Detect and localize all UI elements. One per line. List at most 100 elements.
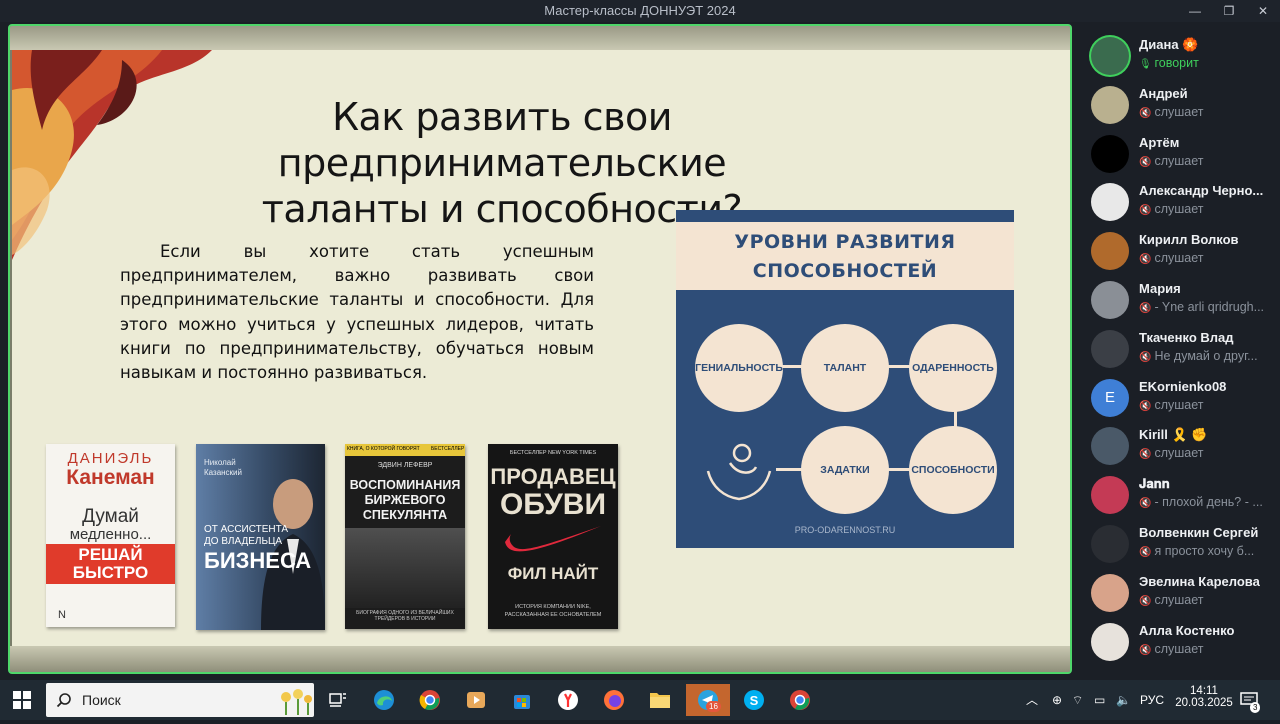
book1-title-1: Думай [82,506,139,527]
tray-wifi-icon[interactable]: ⌔ [1072,680,1083,720]
participant-avatar [1091,37,1129,75]
notifications-icon[interactable]: 3 [1240,680,1261,720]
tray-date: 20.03.2025 [1175,697,1233,709]
participant-status-line: 🔇 слушает [1139,251,1275,265]
participant-status: слушает [1154,104,1204,119]
minimize-button[interactable]: — [1178,0,1212,22]
participant-status: - плохой день? - ... [1154,495,1263,510]
windows-start-icon[interactable] [2,684,42,716]
tray-language[interactable]: РУС [1140,680,1164,720]
participant-item[interactable]: 𝐉𝐚𝐧𝐧 🔇 - плохой день? - ... [1088,471,1276,519]
taskbar-search-box[interactable]: Поиск [46,683,314,717]
circle-giftedness: ОДАРЕННОСТЬ [909,324,997,412]
mic-muted-icon: 🔇 [1139,254,1152,266]
participant-avatar [1091,622,1129,661]
tray-network-icon[interactable]: ⊕ [1052,680,1062,720]
participant-name: Андрей [1139,85,1188,101]
participant-avatar [1091,232,1129,271]
circle-abilities: СПОСОБНОСТИ [909,426,997,514]
participant-name: Ткаченко Влад [1139,329,1234,345]
participant-status-line: 🔇 слушает [1139,642,1275,656]
participant-status-line: 🔇 - Yne arli qridrugh... [1139,300,1275,314]
participant-item[interactable]: Волвенкин Сергей 🔇 я просто хочу б... [1088,520,1276,568]
task-view-icon[interactable] [318,684,358,716]
participant-name: 𝐉𝐚𝐧𝐧 [1139,476,1170,492]
participant-avatar [1091,183,1129,222]
close-button[interactable]: ✕ [1246,0,1280,22]
window-title: Мастер-классы ДОННУЭТ 2024 [544,3,736,18]
participant-item[interactable]: Мария 🔇 - Yne arli qridrugh... [1088,276,1276,324]
skype-icon[interactable]: S [734,684,774,716]
book1-author-first: ДАНИЭЛЬ [67,450,154,467]
mic-muted-icon: 🔇 [1139,449,1152,461]
search-icon [56,693,71,708]
participant-item[interactable]: Ткаченко Влад 🔇 Не думай о друг... [1088,325,1276,373]
participant-item[interactable]: Артём 🔇 слушает [1088,130,1276,178]
mic-muted-icon: 🔇 [1139,303,1152,314]
participant-status-line: 🔇 слушает [1139,105,1275,119]
participant-status: говорит [1154,56,1199,70]
participant-status-line: 🔇 слушает [1139,398,1275,412]
participant-item[interactable]: Эвелина Карелова 🔇 слушает [1088,569,1276,617]
maximize-button[interactable]: ❐ [1212,0,1246,22]
participants-panel[interactable]: Диана 🏵️ 🎙 говорит Андрей 🔇 слушает Артём 🔇 с… [1080,24,1280,680]
firefox-icon[interactable] [594,684,634,716]
media-player-icon[interactable] [456,684,496,716]
book1-publisher-logo: N [58,609,66,621]
tray-volume-icon[interactable]: 🔈 [1116,680,1131,720]
book3-title-1: ВОСПОМИНАНИЯ [349,478,461,492]
store-icon[interactable] [502,684,542,716]
book2-author-first: Николай [204,458,236,467]
chrome-profile-icon[interactable] [780,684,820,716]
slide-bottom-border [10,646,1070,672]
participant-item[interactable]: Алла Костенко 🔇 слушает [1088,618,1276,666]
book-cover-knight: БЕСТСЕЛЛЕР NEW YORK TIMES ПРОДАВЕЦ ОБУВИ… [488,444,618,629]
participant-status: я просто хочу б... [1154,544,1255,558]
participant-status: слушает [1154,397,1204,412]
telegram-icon[interactable]: 16 [686,684,730,716]
participant-name: Kirill 🎗️ ✊ [1139,427,1208,443]
participant-item[interactable]: Диана 🏵️ 🎙 говорит [1088,32,1276,80]
book4-title-2: ОБУВИ [499,488,607,521]
participant-status: - Yne arli qridrugh... [1154,300,1265,314]
yandex-browser-icon[interactable] [548,684,588,716]
file-explorer-icon[interactable] [640,684,680,716]
mic-muted-icon: 🔇 [1139,351,1152,363]
mic-muted-icon: 🔇 [1139,107,1152,119]
participant-status-line: 🔇 слушает [1139,202,1275,216]
book2-title-3: БИЗНЕСА [204,548,312,573]
participant-status-line: 🎙 говорит [1139,56,1275,70]
book3-author: ЭДВИН ЛЕФЕВР [377,462,433,469]
infographic-title-2: СПОСОБНОСТЕЙ [752,260,938,282]
tray-battery-icon[interactable]: ▭ [1094,680,1105,720]
participant-item[interactable]: Александр Черно... 🔇 слушает [1088,178,1276,226]
participant-name: EKornienko08 [1139,378,1227,394]
shared-screen[interactable]: Как развить свои предпринимательские тал… [8,24,1072,674]
mic-muted-icon: 🔇 [1139,400,1152,412]
book3-top-left: КНИГА, О КОТОРОЙ ГОВОРЯТ [347,446,420,452]
participant-name: Артём [1139,134,1180,150]
participant-name: Алла Костенко [1139,622,1235,638]
participant-item[interactable]: Kirill 🎗️ ✊ 🔇 слушает [1088,422,1276,470]
abilities-levels-infographic: УРОВНИ РАЗВИТИЯ СПОСОБНОСТЕЙ ГЕНИАЛЬНОСТ… [676,210,1014,548]
telegram-unread-badge: 16 [706,701,721,712]
participant-item[interactable]: Кирилл Волков 🔇 слушает [1088,227,1276,275]
tray-chevron-icon[interactable]: ︿ [1026,680,1038,720]
book4-footer-2: РАССКАЗАННАЯ ЕЕ ОСНОВАТЕЛЕМ [504,612,602,618]
participant-item[interactable]: Андрей 🔇 слушает [1088,81,1276,129]
book1-title-2: медленно... [69,526,152,543]
infographic-header: УРОВНИ РАЗВИТИЯ СПОСОБНОСТЕЙ [676,222,1014,290]
participant-status-line: 🔇 слушает [1139,593,1275,607]
slide-body-text: Если вы хотите стать успешным предприним… [120,242,594,383]
participant-avatar [1091,134,1129,173]
book2-title-1: ОТ АССИСТЕНТА [204,524,289,535]
participant-avatar [1091,85,1129,124]
participant-name: Диана 🏵️ [1139,37,1199,52]
chrome-icon[interactable] [410,684,450,716]
book3-title-2: БИРЖЕВОГО [364,493,446,507]
participant-item[interactable]: E EKornienko08 🔇 слушает [1088,374,1276,422]
tray-clock[interactable]: 14:11 20.03.2025 [1174,685,1234,709]
participant-status: слушает [1154,202,1204,217]
participant-name: Мария [1139,281,1181,296]
edge-browser-icon[interactable] [364,684,404,716]
